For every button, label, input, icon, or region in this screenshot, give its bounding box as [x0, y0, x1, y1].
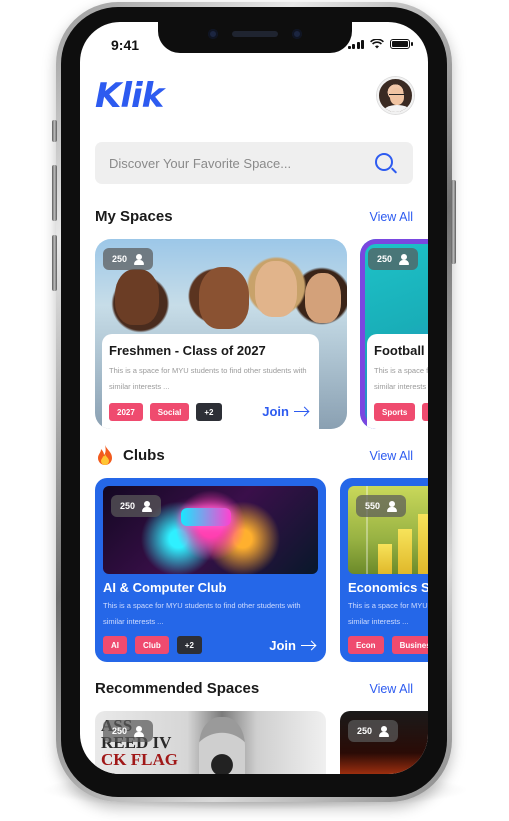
space-card-football[interactable]: 250 Football This is a space for MYU stu… [360, 239, 428, 429]
space-description: This is a space for MYU students to find… [109, 366, 307, 391]
user-icon [379, 725, 390, 737]
power-button [451, 180, 456, 264]
screen: 9:41 Klik My Spaces View All 250 [80, 22, 428, 774]
tag[interactable]: Social [149, 403, 190, 421]
avatar-glasses [389, 94, 405, 97]
join-button[interactable]: Join [269, 638, 316, 653]
user-icon [134, 725, 145, 737]
cellular-signal-icon [347, 39, 364, 49]
space-tags: 2027 Social +2 [109, 403, 222, 421]
user-icon [399, 253, 410, 265]
recommended-view-all[interactable]: View All [369, 682, 413, 696]
club-image: 250 [103, 486, 318, 574]
my-spaces-view-all[interactable]: View All [369, 210, 413, 224]
space-info-card: Freshmen - Class of 2027 This is a space… [102, 334, 319, 429]
join-label: Join [262, 404, 289, 419]
user-icon [142, 500, 153, 512]
status-icons [347, 39, 413, 49]
tag[interactable]: Business [391, 636, 428, 654]
more-tags-badge[interactable]: +2 [176, 636, 202, 654]
recommended-title: Recommended Spaces [95, 680, 260, 697]
avatar-shirt [383, 105, 411, 112]
space-info-card: Football This is a space for MYU student… [367, 334, 428, 429]
club-card-economics[interactable]: 550 Economics Society This is a space fo… [340, 478, 428, 662]
member-count-chip: 250 [368, 248, 419, 270]
volume-down-button [52, 235, 57, 291]
member-count-chip: 250 [348, 720, 399, 742]
member-count: 250 [120, 501, 136, 511]
tag[interactable]: Econ [348, 636, 384, 654]
space-card-freshmen[interactable]: 250 Freshmen - Class of 2027 This is a s… [95, 239, 347, 429]
member-count: 250 [357, 726, 373, 736]
join-label: Join [269, 638, 296, 653]
search-bar[interactable] [95, 142, 413, 184]
profile-avatar[interactable] [377, 77, 414, 114]
club-image: 550 [348, 486, 428, 574]
tag[interactable]: AI [103, 636, 127, 654]
member-count: 250 [112, 726, 128, 736]
member-count-chip: 550 [356, 495, 407, 517]
search-input[interactable] [109, 155, 359, 171]
space-title: Freshmen - Class of 2027 [109, 343, 266, 358]
sensor [292, 29, 302, 39]
club-card-ai[interactable]: 250 AI & Computer Club This is a space f… [95, 478, 326, 662]
status-time: 9:41 [111, 37, 140, 53]
tag[interactable]: 2027 [109, 403, 143, 421]
recommended-card-second[interactable]: 250 [340, 711, 428, 774]
notch [158, 22, 352, 53]
more-tags-badge[interactable]: +2 [196, 403, 222, 421]
tag[interactable]: Club [135, 636, 169, 654]
front-camera [208, 29, 218, 39]
arrow-right-icon [294, 407, 309, 417]
fire-icon [98, 445, 112, 465]
speaker-grille [232, 31, 278, 37]
arrow-right-icon [301, 641, 316, 651]
clubs-view-all[interactable]: View All [369, 449, 413, 463]
member-count-chip: 250 [103, 720, 154, 742]
member-count: 550 [365, 501, 381, 511]
club-title: AI & Computer Club [103, 580, 227, 595]
mute-switch [52, 120, 57, 142]
member-count-chip: 250 [111, 495, 162, 517]
my-spaces-title: My Spaces [95, 208, 173, 225]
clubs-title: Clubs [123, 447, 165, 464]
tag[interactable]: Sports [374, 403, 416, 421]
battery-icon [390, 39, 413, 49]
user-icon [387, 500, 398, 512]
club-title: Economics Society [348, 580, 428, 595]
club-description: This is a space for MYU students to find… [348, 601, 428, 626]
wifi-icon [370, 39, 384, 49]
club-description: This is a space for MYU students to find… [103, 601, 301, 626]
tag[interactable] [422, 403, 428, 421]
space-description: This is a space for MYU students to find… [374, 366, 428, 391]
member-count-chip: 250 [103, 248, 154, 270]
space-title: Football [374, 343, 425, 358]
club-tags: Econ Business [348, 636, 428, 654]
space-tags: Sports [374, 403, 428, 421]
volume-up-button [52, 165, 57, 221]
user-icon [134, 253, 145, 265]
member-count: 250 [112, 254, 128, 264]
member-count: 250 [377, 254, 393, 264]
join-button[interactable]: Join [262, 404, 309, 419]
recommended-card-game[interactable]: ASS REED IV CK FLAG 250 [95, 711, 326, 774]
club-tags: AI Club +2 [103, 636, 202, 654]
app-logo: Klik [95, 76, 164, 116]
search-icon[interactable] [375, 153, 393, 171]
